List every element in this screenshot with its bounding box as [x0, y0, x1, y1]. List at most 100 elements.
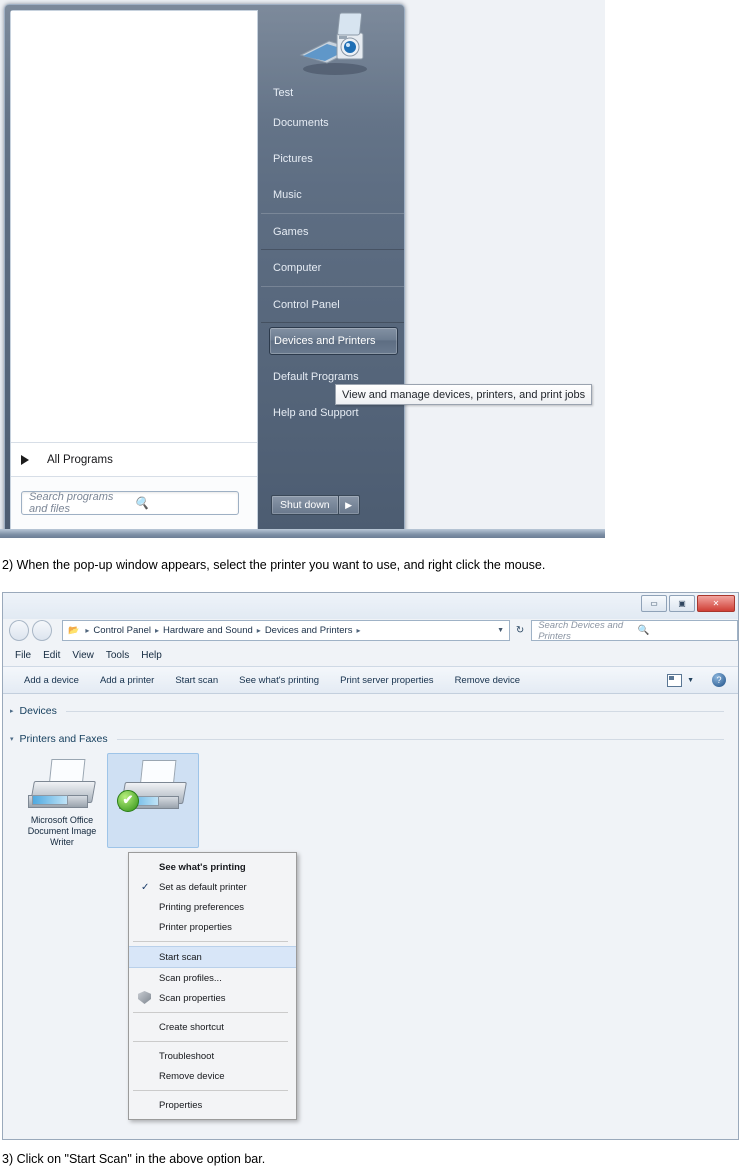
section-header-devices[interactable]: ▸ Devices [3, 705, 738, 717]
context-menu-item-create-shortcut[interactable]: Create shortcut [129, 1017, 296, 1037]
breadcrumb-separator: ▸ [356, 626, 361, 635]
context-menu-item-printing-preferences[interactable]: Printing preferences [129, 897, 296, 917]
desktop-right-area [403, 0, 605, 538]
command-remove-device[interactable]: Remove device [455, 675, 520, 686]
breadcrumb-item-devices-and-printers[interactable]: Devices and Printers [263, 625, 355, 636]
context-menu-item-see-whats-printing[interactable]: See what's printing [129, 857, 296, 877]
start-menu-user-name: Test [273, 87, 294, 99]
help-icon[interactable]: ? [712, 673, 726, 687]
start-menu-search-area: Search programs and files 🔍 [11, 476, 257, 529]
sidebar-item-games[interactable]: Games [261, 213, 404, 250]
sidebar-item-music[interactable]: Music [261, 177, 404, 213]
context-menu-item-troubleshoot[interactable]: Troubleshoot [129, 1046, 296, 1066]
figure-devices-and-printers: ▭ ▣ ✕ 📂 ▸ Control Panel ▸ Hardware and S… [2, 592, 739, 1140]
menu-bar: File Edit View Tools Help [3, 645, 738, 666]
chevron-down-icon[interactable]: ▼ [497, 627, 504, 634]
context-menu-item-start-scan[interactable]: Start scan [129, 946, 296, 968]
start-menu-item-label: Help and Support [273, 407, 359, 419]
context-menu-separator [133, 1090, 288, 1091]
context-menu-item-label: Scan properties [159, 992, 226, 1004]
caption-step-2: 2) When the pop-up window appears, selec… [2, 558, 546, 572]
context-menu-item-printer-properties[interactable]: Printer properties [129, 917, 296, 937]
menu-item-edit[interactable]: Edit [43, 650, 60, 661]
menu-item-tools[interactable]: Tools [106, 650, 129, 661]
printer-icon [26, 759, 98, 813]
command-bar: Add a device Add a printer Start scan Se… [3, 666, 738, 694]
sidebar-item-computer[interactable]: Computer [261, 250, 404, 286]
command-add-a-printer[interactable]: Add a printer [100, 675, 154, 686]
search-input[interactable]: Search Devices and Printers 🔍 [531, 619, 738, 642]
command-add-a-device[interactable]: Add a device [24, 675, 79, 686]
view-layout-icon[interactable] [667, 673, 683, 687]
sidebar-item-control-panel[interactable]: Control Panel [261, 286, 404, 323]
section-label-devices: Devices [19, 705, 57, 717]
context-menu-item-label: Remove device [159, 1070, 225, 1082]
start-menu-search-input[interactable]: Search programs and files 🔍 [21, 491, 239, 515]
breadcrumb-item-hardware-and-sound[interactable]: Hardware and Sound [161, 625, 255, 636]
shutdown-button[interactable]: Shut down [271, 495, 339, 515]
breadcrumb-separator: ▸ [85, 626, 90, 635]
context-menu-item-scan-profiles[interactable]: Scan profiles... [129, 968, 296, 988]
avatar[interactable] [293, 11, 371, 79]
menu-item-file[interactable]: File [15, 650, 31, 661]
close-button[interactable]: ✕ [697, 595, 735, 612]
sidebar-item-devices-and-printers[interactable]: Devices and Printers [269, 327, 398, 355]
start-menu-item-label: Control Panel [273, 299, 340, 311]
chevron-right-icon: ▸ [10, 708, 14, 715]
printer-icon: ✔ [117, 760, 189, 814]
breadcrumb-item-control-panel[interactable]: Control Panel [91, 625, 153, 636]
start-menu-item-label: Computer [273, 262, 322, 274]
context-menu-item-label: Properties [159, 1099, 203, 1111]
start-menu-item-label: Music [273, 189, 302, 201]
context-menu-item-label: Printing preferences [159, 901, 245, 913]
context-menu-item-label: See what's printing [159, 861, 246, 873]
taskbar[interactable] [0, 529, 605, 538]
address-bar: 📂 ▸ Control Panel ▸ Hardware and Sound ▸… [3, 617, 738, 644]
caption-step-3: 3) Click on "Start Scan" in the above op… [2, 1152, 266, 1166]
device-icon-grid: Microsoft Office Document Image Writer ✔ [17, 753, 199, 848]
green-check-badge-icon: ✔ [117, 790, 139, 812]
all-programs-button[interactable]: All Programs [11, 442, 257, 477]
menu-item-help[interactable]: Help [141, 650, 162, 661]
chevron-down-icon: ▾ [10, 736, 14, 743]
sidebar-item-documents[interactable]: Documents [261, 105, 404, 141]
printer-output-tray-part [32, 795, 68, 805]
forward-button[interactable] [32, 620, 53, 641]
section-label-printers-and-faxes: Printers and Faxes [19, 733, 108, 745]
context-menu-item-properties[interactable]: Properties [129, 1095, 296, 1115]
section-header-printers-and-faxes[interactable]: ▾ Printers and Faxes [3, 733, 738, 745]
menu-item-view[interactable]: View [72, 650, 94, 661]
window-title-bar[interactable]: ▭ ▣ ✕ [3, 593, 738, 619]
back-button[interactable] [9, 620, 30, 641]
all-programs-label: All Programs [47, 454, 113, 466]
context-menu-item-label: Troubleshoot [159, 1050, 215, 1062]
search-icon: 🔍 [637, 625, 650, 636]
chevron-right-icon [21, 455, 29, 465]
sidebar-item-pictures[interactable]: Pictures [261, 141, 404, 177]
command-start-scan[interactable]: Start scan [175, 675, 218, 686]
start-menu-item-label: Pictures [273, 153, 313, 165]
context-menu-item-remove-device[interactable]: Remove device [129, 1066, 296, 1086]
start-menu-item-label: Devices and Printers [274, 335, 376, 347]
minimize-button[interactable]: ▭ [641, 595, 667, 612]
device-item-microsoft-office-document-image-writer[interactable]: Microsoft Office Document Image Writer [17, 753, 107, 848]
breadcrumb[interactable]: 📂 ▸ Control Panel ▸ Hardware and Sound ▸… [62, 620, 510, 641]
chevron-down-icon[interactable]: ▼ [687, 677, 694, 684]
maximize-button[interactable]: ▣ [669, 595, 695, 612]
refresh-button[interactable]: ↻ [512, 621, 528, 640]
context-menu-item-set-as-default-printer[interactable]: ✓ Set as default printer [129, 877, 296, 897]
context-menu-item-label: Set as default printer [159, 881, 247, 893]
section-divider [116, 738, 724, 740]
command-see-whats-printing[interactable]: See what's printing [239, 675, 319, 686]
command-print-server-properties[interactable]: Print server properties [340, 675, 433, 686]
start-menu-search-placeholder: Search programs and files [29, 491, 114, 515]
device-item-selected-printer[interactable]: ✔ [107, 753, 199, 848]
context-menu-item-scan-properties[interactable]: Scan properties [129, 988, 296, 1008]
context-menu-separator [133, 941, 288, 942]
shutdown-options-arrow[interactable]: ▶ [338, 495, 360, 515]
shield-icon [138, 991, 151, 1004]
context-menu-item-label: Create shortcut [159, 1021, 224, 1033]
window-controls: ▭ ▣ ✕ [641, 595, 735, 612]
breadcrumb-separator: ▸ [154, 626, 159, 635]
search-placeholder: Search Devices and Printers [538, 619, 624, 642]
